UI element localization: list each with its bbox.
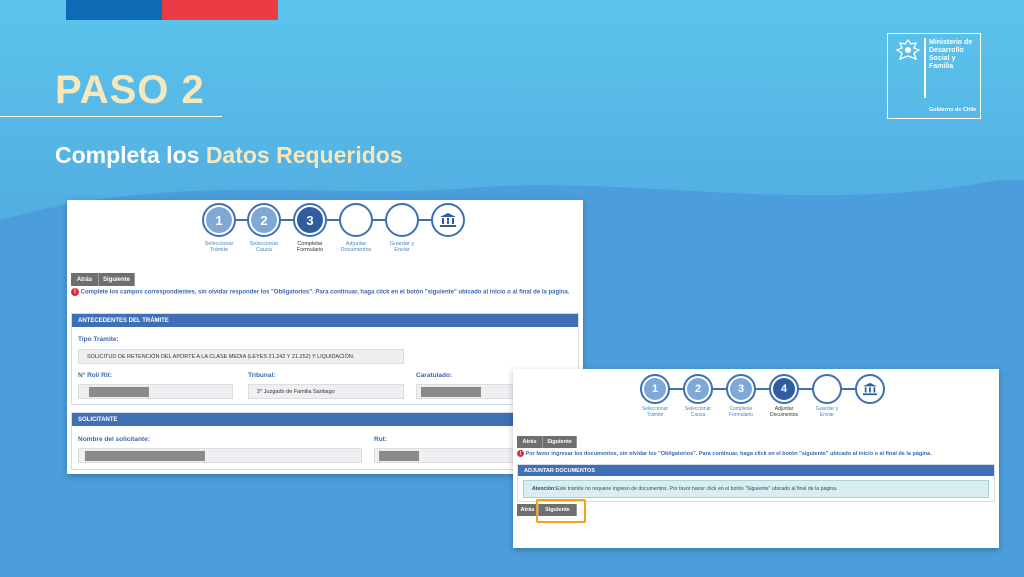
step-number xyxy=(389,207,415,233)
step-final[interactable] xyxy=(431,203,465,237)
tribunal-label: Tribunal: xyxy=(248,372,276,379)
step-3[interactable]: 3 xyxy=(293,203,327,237)
step-number: 1 xyxy=(206,207,232,233)
alert-icon: ! xyxy=(71,288,79,296)
step-3[interactable]: 3 xyxy=(726,374,756,404)
ministry-line: Social y xyxy=(929,55,956,62)
redacted-value xyxy=(379,451,419,461)
flag-bar-blue xyxy=(66,0,162,20)
caratulado-label: Caratulado: xyxy=(416,372,453,379)
step-3-label: Completar Formulario xyxy=(717,406,765,419)
rut-label: Rut: xyxy=(374,436,387,443)
step-label-line: Formulario xyxy=(729,411,753,418)
ministry-line: Desarrollo xyxy=(929,47,964,54)
step-label-line: Formulario xyxy=(296,247,324,254)
panel-header: ADJUNTAR DOCUMENTOS xyxy=(518,465,994,476)
nombre-solicitante-field[interactable] xyxy=(78,448,362,463)
step-number: 2 xyxy=(251,207,277,233)
step-4-label: Adjuntar Documentos xyxy=(330,241,382,254)
flag-bar-red xyxy=(162,0,278,20)
ministry-line: Familia xyxy=(929,63,954,70)
page-title: PASO 2 xyxy=(55,68,205,112)
tipo-tramite-label: Tipo Trámite: xyxy=(78,336,119,343)
form-screenshot-step4: 1 2 3 4 Seleccionar Trámite Seleccionar Ca… xyxy=(513,369,999,548)
stepper: 1 2 3 Seleccionar Trámite Seleccionar Caus… xyxy=(67,200,583,260)
nav-buttons-top: Atrás Siguiente xyxy=(71,273,135,286)
step-number: 3 xyxy=(730,378,752,400)
nav-buttons-top: Atrás Siguiente xyxy=(517,436,577,448)
step-number: 2 xyxy=(687,378,709,400)
warning-text: Por favor ingresar los documentos, sin o… xyxy=(525,451,932,457)
step-label-line: Enviar xyxy=(394,247,410,254)
gobierno-label: Gobierno de Chile xyxy=(929,107,977,113)
solicitante-panel: SOLICITANTE Nombre del solicitante: Rut: xyxy=(71,412,579,470)
step-label-line: Enviar xyxy=(819,411,835,418)
institution-icon xyxy=(440,213,456,227)
panel-header: ANTECEDENTES DEL TRÁMITE xyxy=(72,314,578,327)
step-final[interactable] xyxy=(855,374,885,404)
alert-icon: ! xyxy=(517,450,524,458)
adjuntar-panel: ADJUNTAR DOCUMENTOS Atención: Este trámi… xyxy=(517,464,995,502)
step-4[interactable]: 4 xyxy=(769,374,799,404)
step-4[interactable] xyxy=(339,203,373,237)
stepper: 1 2 3 4 Seleccionar Trámite Seleccionar Ca… xyxy=(513,369,999,429)
ministry-name: Ministerio de Desarrollo Social y Famili… xyxy=(929,39,981,71)
step-5[interactable] xyxy=(812,374,842,404)
step-label-line: Trámite xyxy=(646,411,664,418)
next-button[interactable]: Siguiente xyxy=(99,273,135,286)
step-number: 1 xyxy=(644,378,666,400)
subtitle-highlight: Datos Requeridos xyxy=(205,142,403,168)
step-1-label: Seleccionar Trámite xyxy=(631,406,679,419)
antecedentes-panel: ANTECEDENTES DEL TRÁMITE Tipo Trámite: S… xyxy=(71,313,579,405)
step-number xyxy=(343,207,369,233)
panel-header: SOLICITANTE xyxy=(72,413,578,426)
step-label-line: Causa xyxy=(690,411,706,418)
attention-notice: Atención: Este trámite no requiere ingre… xyxy=(523,480,989,498)
step-2[interactable]: 2 xyxy=(683,374,713,404)
title-underline xyxy=(0,116,222,117)
tipo-tramite-field: SOLICITUD DE RETENCIÓN DEL APORTE A LA C… xyxy=(78,349,404,364)
logo-divider xyxy=(924,38,926,98)
warning-message: ! Por favor ingresar los documentos, sin… xyxy=(517,450,997,458)
institution-icon xyxy=(863,382,877,396)
notice-text: Este trámite no requiere ingreso de docu… xyxy=(555,486,838,492)
step-label-line: Documentos xyxy=(769,411,799,418)
subtitle-prefix: Completa los xyxy=(55,142,206,168)
step-number: 3 xyxy=(297,207,323,233)
redacted-value xyxy=(85,451,205,461)
step-3-label: Completar Formulario xyxy=(284,241,336,254)
back-button[interactable]: Atrás xyxy=(71,273,99,286)
step-label-line: Documentos xyxy=(340,247,372,254)
step-2-label: Seleccionar Causa xyxy=(674,406,722,419)
ministry-line: Ministerio de xyxy=(929,39,973,46)
nombre-solicitante-label: Nombre del solicitante: xyxy=(78,436,150,443)
warning-text: Complete los campos correspondientes, si… xyxy=(80,289,570,296)
rol-rit-label: N° Rol/ Rit: xyxy=(78,372,113,379)
step-2-label: Seleccionar Causa xyxy=(238,241,290,254)
next-button-highlight xyxy=(536,499,586,523)
back-button[interactable]: Atrás xyxy=(517,436,543,448)
step-4-label: Adjuntar Documentos xyxy=(760,406,808,419)
step-label-line: Causa xyxy=(256,247,272,254)
step-1[interactable]: 1 xyxy=(202,203,236,237)
coat-of-arms-icon xyxy=(895,39,921,61)
form-screenshot-step3: 1 2 3 Seleccionar Trámite Seleccionar Caus… xyxy=(67,200,583,474)
government-logo: Ministerio de Desarrollo Social y Famili… xyxy=(887,33,981,119)
page-subtitle: Completa los Datos Requeridos xyxy=(55,142,403,169)
step-number: 4 xyxy=(773,378,795,400)
redacted-value xyxy=(89,387,149,397)
redacted-value xyxy=(421,387,481,397)
step-5-label: Guardar y Enviar xyxy=(376,241,428,254)
step-2[interactable]: 2 xyxy=(247,203,281,237)
step-5[interactable] xyxy=(385,203,419,237)
next-button[interactable]: Siguiente xyxy=(543,436,577,448)
step-1[interactable]: 1 xyxy=(640,374,670,404)
tribunal-field: 2° Juzgado de Familia Santiago xyxy=(248,384,404,399)
step-number xyxy=(816,378,838,400)
notice-strong: Atención: xyxy=(532,486,556,492)
step-5-label: Guardar y Enviar xyxy=(803,406,851,419)
warning-message: ! Complete los campos correspondientes, … xyxy=(71,288,577,298)
rol-rit-field xyxy=(78,384,233,399)
